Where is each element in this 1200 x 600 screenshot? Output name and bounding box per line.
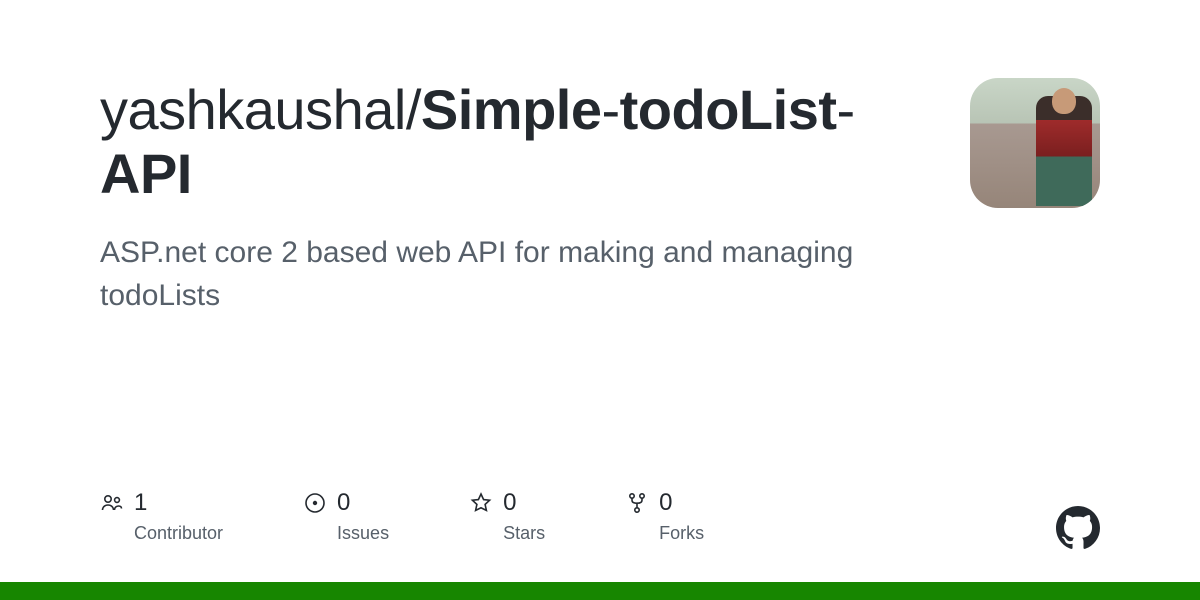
repo-name-part-1: Simple [421, 78, 602, 141]
stat-forks: 0 Forks [625, 489, 704, 544]
fork-icon [625, 491, 649, 515]
github-logo-icon [1056, 506, 1100, 550]
issues-count: 0 [337, 489, 350, 517]
stars-label: Stars [503, 523, 545, 544]
stats-row: 1 Contributor 0 Issues 0 Stars [100, 489, 704, 544]
stars-count: 0 [503, 489, 516, 517]
issues-label: Issues [337, 523, 389, 544]
repo-name-part-2: todoList [620, 78, 837, 141]
repo-description: ASP.net core 2 based web API for making … [100, 231, 900, 318]
stat-stars: 0 Stars [469, 489, 545, 544]
stat-issues: 0 Issues [303, 489, 389, 544]
repo-owner: yashkaushal [100, 78, 406, 141]
forks-count: 0 [659, 489, 672, 517]
avatar [970, 78, 1100, 208]
stat-contributors: 1 Contributor [100, 489, 223, 544]
repo-title: yashkaushal/Simple-todoList-API [100, 78, 900, 207]
star-icon [469, 491, 493, 515]
forks-label: Forks [659, 523, 704, 544]
repo-name-part-3: API [100, 142, 192, 205]
people-icon [100, 491, 124, 515]
language-bar [0, 582, 1200, 600]
contributors-label: Contributor [134, 523, 223, 544]
issue-icon [303, 491, 327, 515]
contributors-count: 1 [134, 489, 147, 517]
